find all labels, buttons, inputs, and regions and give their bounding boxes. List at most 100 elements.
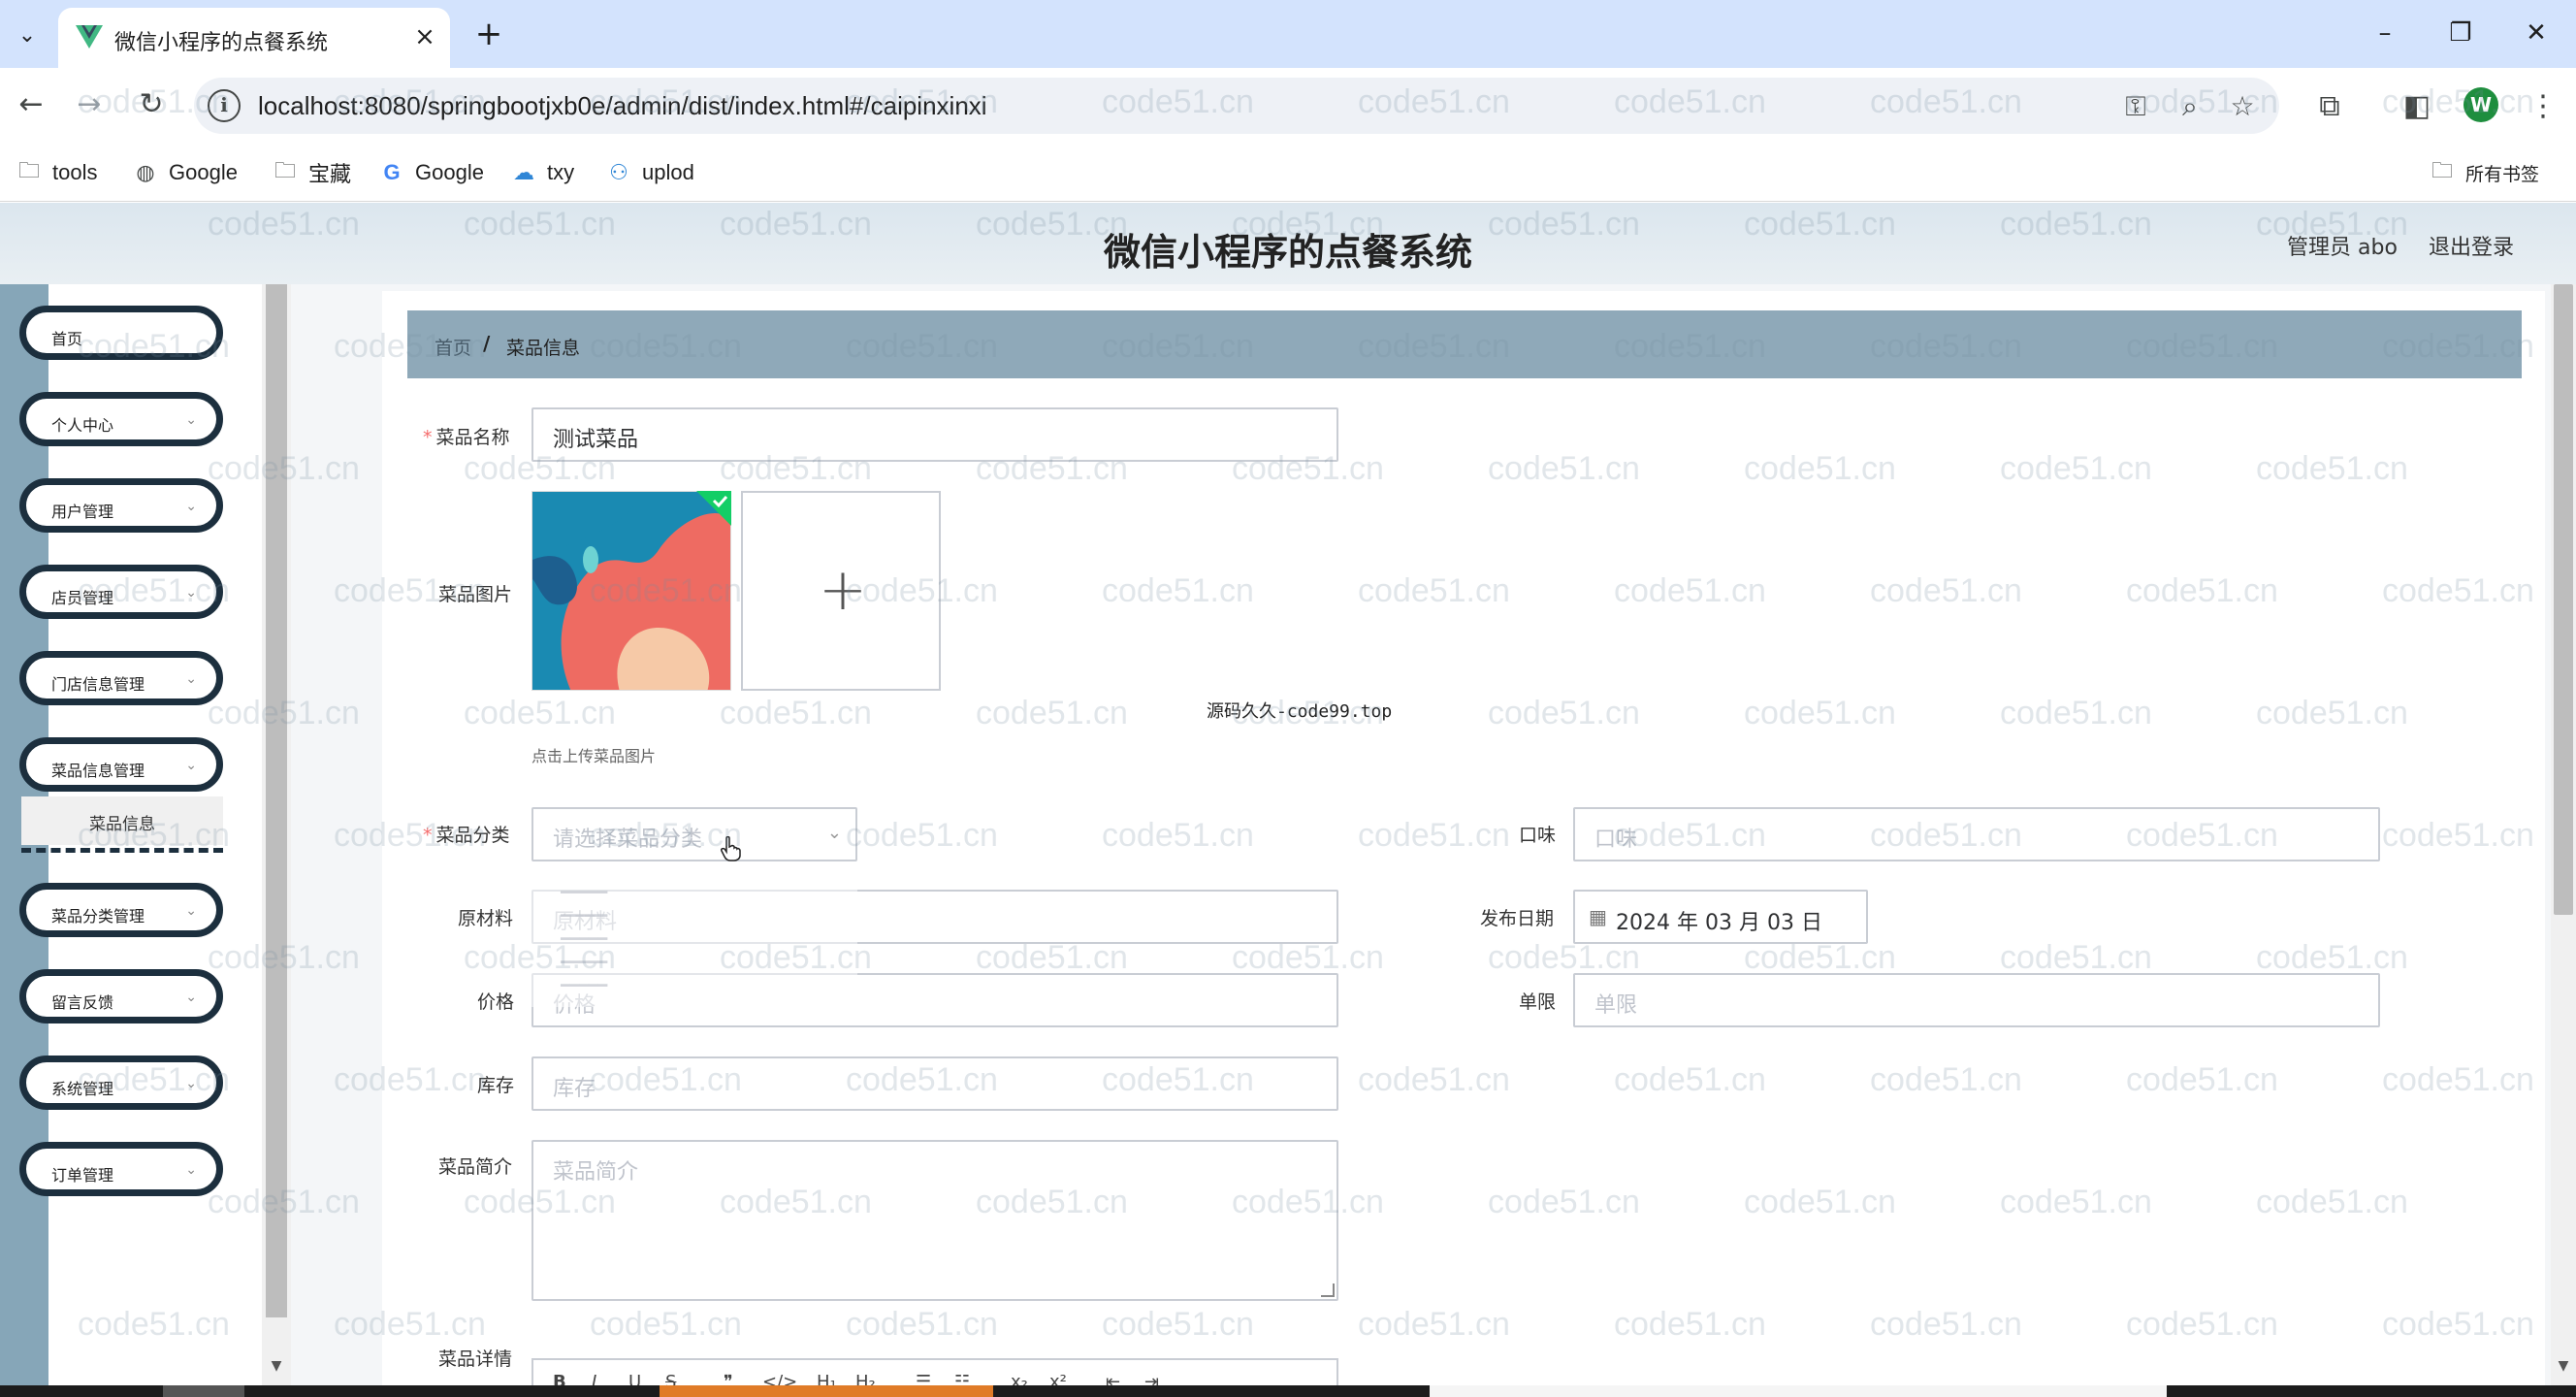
stock-placeholder: 库存 bbox=[553, 1077, 596, 1101]
breadcrumb-separator: / bbox=[483, 332, 491, 355]
sidebar-scroll-thumb[interactable] bbox=[266, 284, 287, 1317]
all-bookmarks-label: 所有书签 bbox=[2465, 164, 2540, 185]
chevron-down-icon: ⌄ bbox=[185, 585, 197, 601]
breadcrumb: 首页 / 菜品信息 bbox=[407, 310, 2522, 378]
browser-toolbar: ← → ↻ i localhost:8080/springbootjxb0e/a… bbox=[0, 68, 2576, 144]
dropdown-option[interactable]: ━━━━━ bbox=[561, 953, 607, 971]
limit-input[interactable]: 单限 bbox=[1573, 973, 2380, 1027]
ingredients-label: 原材料 bbox=[458, 908, 514, 929]
menu-item-user-management[interactable]: 用户管理 ⌄ bbox=[19, 478, 223, 533]
breadcrumb-home[interactable]: 首页 bbox=[435, 334, 471, 360]
site-info-icon[interactable]: i bbox=[208, 89, 241, 122]
new-tab-icon[interactable]: + bbox=[469, 16, 508, 54]
zoom-icon[interactable]: ⌕ bbox=[2171, 87, 2209, 126]
bookmark-star-icon[interactable]: ☆ bbox=[2223, 87, 2262, 126]
tab-close-icon[interactable]: × bbox=[409, 21, 440, 52]
sidebar-scroll-down-icon[interactable]: ▼ bbox=[268, 1358, 285, 1374]
menu-item-category-management[interactable]: 菜品分类管理 ⌄ bbox=[19, 883, 223, 937]
image-upload-button[interactable]: + bbox=[741, 491, 941, 691]
bookmark-uplod[interactable]: ⚇ uplod bbox=[605, 157, 694, 188]
dropdown-option[interactable]: ━━━━━ bbox=[561, 929, 607, 948]
all-bookmarks[interactable]: 🗀 所有书签 bbox=[2429, 157, 2539, 188]
menu-item-order-management[interactable]: 订单管理 ⌄ bbox=[19, 1142, 223, 1196]
dropdown-option[interactable]: ━━━━━ bbox=[561, 883, 607, 901]
password-key-icon[interactable]: ⚿ bbox=[2116, 87, 2155, 126]
bookmark-label: 宝藏 bbox=[308, 162, 352, 186]
dish-name-input[interactable]: 测试菜品 bbox=[531, 407, 1338, 462]
breadcrumb-current: 菜品信息 bbox=[506, 338, 581, 359]
intro-textarea[interactable]: 菜品简介 bbox=[531, 1140, 1338, 1301]
profile-avatar[interactable]: W bbox=[2463, 87, 2498, 122]
main-scroll-down-icon[interactable]: ▼ bbox=[2555, 1358, 2572, 1374]
globe-icon: ◍ bbox=[136, 160, 155, 184]
address-bar[interactable]: i localhost:8080/springbootjxb0e/admin/d… bbox=[194, 78, 2279, 134]
menu-item-dish-info-management[interactable]: 菜品信息管理 ⌄ bbox=[19, 737, 223, 792]
app-header: 微信小程序的点餐系统 管理员 abo 退出登录 bbox=[0, 203, 2576, 284]
stock-label: 库存 bbox=[477, 1075, 515, 1096]
back-icon[interactable]: ← bbox=[10, 83, 52, 126]
menu-item-store-info[interactable]: 门店信息管理 ⌄ bbox=[19, 651, 223, 705]
bookmark-google[interactable]: ◍ Google bbox=[132, 157, 238, 188]
logout-link[interactable]: 退出登录 bbox=[2429, 230, 2514, 261]
category-label: * 菜品分类 bbox=[423, 821, 510, 847]
browser-tab[interactable]: 微信小程序的点餐系统 × bbox=[58, 8, 450, 68]
app-title: 微信小程序的点餐系统 bbox=[1103, 231, 1472, 274]
category-placeholder: 请选择菜品分类 bbox=[553, 828, 703, 852]
menu-label: 用户管理 bbox=[51, 503, 114, 521]
dropdown-option[interactable]: ━━━━━ bbox=[561, 906, 607, 925]
chevron-down-icon: ⌄ bbox=[826, 823, 842, 843]
chevron-down-icon: ⌄ bbox=[185, 903, 197, 919]
chevron-down-icon: ⌄ bbox=[185, 1162, 197, 1178]
restore-icon[interactable]: ❐ bbox=[2436, 14, 2485, 52]
menu-item-staff-management[interactable]: 店员管理 ⌄ bbox=[19, 565, 223, 619]
menu-label: 门店信息管理 bbox=[51, 675, 145, 694]
bookmark-label: txy bbox=[547, 160, 575, 184]
minimize-icon[interactable]: – bbox=[2361, 14, 2409, 52]
folder-icon: 🗀 bbox=[2431, 158, 2453, 182]
vue-favicon-icon bbox=[76, 25, 103, 49]
menu-item-system-management[interactable]: 系统管理 ⌄ bbox=[19, 1056, 223, 1110]
submenu-item-dish-info[interactable]: 菜品信息 bbox=[21, 796, 223, 845]
category-select[interactable]: 请选择菜品分类 ⌄ bbox=[531, 807, 857, 861]
chevron-down-icon: ⌄ bbox=[185, 499, 197, 514]
resize-handle-icon[interactable] bbox=[1321, 1283, 1335, 1297]
intro-placeholder: 菜品简介 bbox=[553, 1160, 639, 1185]
menu-label: 系统管理 bbox=[51, 1080, 114, 1098]
menu-item-home[interactable]: 首页 bbox=[19, 306, 223, 360]
detail-label: 菜品详情 bbox=[438, 1348, 513, 1370]
more-menu-icon[interactable]: ⋮ bbox=[2522, 85, 2564, 128]
publish-date-picker[interactable]: ▦ 2024 年 03 月 03 日 bbox=[1573, 890, 1868, 944]
chevron-down-icon: ⌄ bbox=[185, 671, 197, 687]
bookmarks-bar: 🗀 tools ◍ Google 🗀 宝藏 G Google ☁ txy ⚇ u… bbox=[0, 144, 2576, 202]
bottom-strip bbox=[0, 1385, 2576, 1397]
menu-item-personal-center[interactable]: 个人中心 ⌄ bbox=[19, 392, 223, 446]
dropdown-option[interactable]: ━━━━━ bbox=[561, 976, 607, 994]
people-icon: ⚇ bbox=[609, 160, 628, 184]
side-panel-icon[interactable]: ◧ bbox=[2396, 85, 2438, 128]
taste-input[interactable]: 口味 bbox=[1573, 807, 2380, 861]
cloud-icon: ☁ bbox=[513, 160, 534, 184]
bookmark-txy[interactable]: ☁ txy bbox=[510, 157, 574, 188]
window-close-icon[interactable]: ✕ bbox=[2512, 14, 2560, 52]
forward-icon[interactable]: → bbox=[68, 83, 111, 126]
extensions-icon[interactable]: ⧉ bbox=[2308, 85, 2351, 128]
google-icon: G bbox=[383, 160, 401, 184]
plus-icon: + bbox=[818, 556, 868, 624]
upload-hint: 点击上传菜品图片 bbox=[531, 747, 657, 765]
browser-tab-bar: ⌄ 微信小程序的点餐系统 × + – ❐ ✕ bbox=[0, 0, 2576, 68]
bookmark-google-2[interactable]: G Google bbox=[378, 157, 484, 188]
stock-input[interactable]: 库存 bbox=[531, 1056, 1338, 1111]
menu-label: 店员管理 bbox=[51, 589, 114, 607]
menu-item-feedback[interactable]: 留言反馈 ⌄ bbox=[19, 969, 223, 1023]
reload-icon[interactable]: ↻ bbox=[130, 83, 173, 126]
upload-success-check-icon bbox=[696, 491, 731, 526]
url-text[interactable]: localhost:8080/springbootjxb0e/admin/dis… bbox=[258, 91, 987, 121]
bookmark-treasure[interactable]: 🗀 宝藏 bbox=[272, 157, 351, 188]
bookmark-tools[interactable]: 🗀 tools bbox=[16, 157, 98, 188]
tab-list-chevron-icon[interactable]: ⌄ bbox=[10, 17, 45, 52]
taste-placeholder: 口味 bbox=[1594, 828, 1638, 852]
folder-icon: 🗀 bbox=[17, 158, 40, 182]
category-label-text: 菜品分类 bbox=[435, 825, 510, 846]
main-scroll-thumb[interactable] bbox=[2554, 284, 2573, 915]
dish-name-label: * 菜品名称 bbox=[423, 423, 510, 449]
